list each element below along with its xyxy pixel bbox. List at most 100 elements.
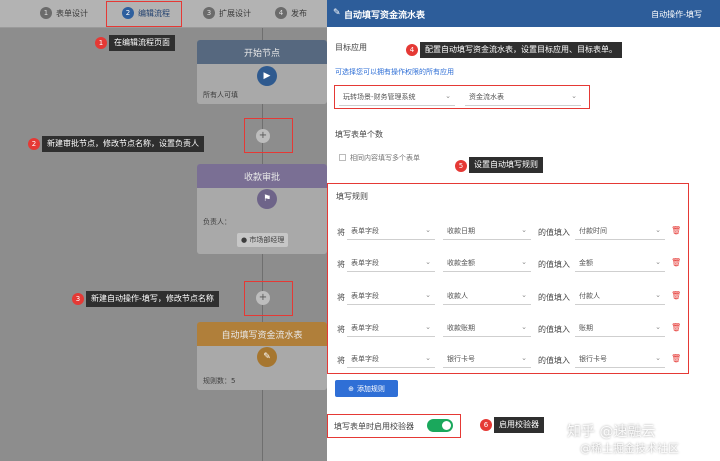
connector-line — [262, 390, 263, 461]
watermark-zhihu: 知乎 @速融云 — [567, 424, 656, 440]
add-rule-button[interactable]: ⊕ 添加规则 — [335, 380, 398, 397]
assignee-label: 负责人： — [203, 218, 231, 226]
rule-field-select[interactable]: 银行卡号 ⌄ — [443, 350, 531, 368]
rule-source-value: 表单字段 — [351, 258, 379, 267]
delete-rule-icon[interactable]: 🗑 — [671, 226, 681, 235]
annotation-number: 1 — [95, 37, 107, 49]
step-label: 扩展设计 — [219, 8, 251, 18]
chevron-down-icon: ⌄ — [445, 92, 451, 100]
rule-prefix: 将 — [337, 260, 345, 269]
app-select[interactable]: 玩转场景-财务管理系统 ⌄ — [339, 88, 455, 106]
annotation-tag: 新建自动操作-填写，修改节点名称 — [86, 291, 219, 307]
target-app-label: 目标应用 — [335, 43, 367, 52]
config-panel: ✎ 自动填写资金流水表 自动操作-填写 目标应用 可选择您可以拥有操作权限的所有… — [327, 0, 720, 461]
chevron-down-icon: ⌄ — [425, 354, 431, 362]
step-number: 1 — [40, 7, 52, 19]
rule-field-value: 收款日期 — [447, 226, 475, 235]
rule-field-value: 收款金额 — [447, 258, 475, 267]
chevron-down-icon: ⌄ — [425, 258, 431, 266]
assignee-chip: ● 市场部经理 — [237, 233, 289, 247]
annotation-number: 6 — [480, 419, 492, 431]
delete-rule-icon[interactable]: 🗑 — [671, 323, 681, 332]
step-publish[interactable]: 4 发布 — [275, 7, 307, 19]
rule-field-select[interactable]: 收款金额 ⌄ — [443, 254, 531, 272]
chevron-down-icon: ⌄ — [521, 291, 527, 299]
chevron-down-icon: ⌄ — [521, 258, 527, 266]
toggle-knob — [442, 421, 451, 430]
rule-source-value: 表单字段 — [351, 354, 379, 363]
rule-source-value: 表单字段 — [351, 323, 379, 332]
annotation-number: 5 — [455, 160, 467, 172]
chevron-down-icon: ⌄ — [655, 323, 661, 331]
rule-source-select[interactable]: 表单字段 ⌄ — [347, 319, 435, 337]
form-select-value: 资金流水表 — [469, 92, 504, 101]
step-label: 发布 — [291, 8, 307, 18]
form-select[interactable]: 资金流水表 ⌄ — [465, 88, 581, 106]
panel-title[interactable]: 自动填写资金流水表 — [344, 8, 425, 21]
same-content-label: 相同内容填写多个表单 — [350, 154, 420, 162]
panel-header: ✎ 自动填写资金流水表 自动操作-填写 — [327, 0, 720, 27]
rule-target-select[interactable]: 金额 ⌄ — [575, 254, 665, 272]
chevron-down-icon: ⌄ — [521, 226, 527, 234]
step-number: 3 — [203, 7, 215, 19]
node-title: 收款审批 — [197, 164, 327, 188]
user-icon: ● — [241, 236, 248, 244]
chevron-down-icon: ⌄ — [655, 258, 661, 266]
approval-node[interactable]: 收款审批 负责人： ● 市场部经理 — [197, 164, 327, 254]
step-extend-design[interactable]: 3 扩展设计 — [203, 7, 251, 19]
same-content-checkbox[interactable] — [339, 154, 346, 161]
rule-target-value: 账期 — [579, 323, 593, 332]
step-number: 4 — [275, 7, 287, 19]
node-title: 开始节点 — [197, 40, 327, 64]
rule-prefix: 将 — [337, 293, 345, 302]
chevron-down-icon: ⌄ — [425, 323, 431, 331]
rule-mid-text: 的值填入 — [538, 260, 570, 269]
chevron-down-icon: ⌄ — [521, 323, 527, 331]
rule-target-select[interactable]: 账期 ⌄ — [575, 319, 665, 337]
watermark-juejin: @稀土掘金技术社区 — [580, 442, 679, 455]
add-rule-label: 添加规则 — [356, 384, 385, 393]
rule-mid-text: 的值填入 — [538, 325, 570, 334]
play-icon: ▶ — [257, 66, 277, 86]
rule-target-value: 金额 — [579, 258, 593, 267]
rule-prefix: 将 — [337, 325, 345, 334]
rule-source-value: 表单字段 — [351, 291, 379, 300]
rule-field-select[interactable]: 收款日期 ⌄ — [443, 222, 531, 240]
rule-source-select[interactable]: 表单字段 ⌄ — [347, 254, 435, 272]
chevron-down-icon: ⌄ — [655, 354, 661, 362]
flow-canvas: 1 表单设计 2 编辑流程 3 扩展设计 4 发布 开始节点 所有人可填 ▶ + 收款审… — [0, 0, 327, 461]
rule-source-select[interactable]: 表单字段 ⌄ — [347, 287, 435, 305]
rule-field-value: 收款账期 — [447, 323, 475, 332]
fill-count-label: 填写表单个数 — [335, 130, 383, 139]
annotation-tag: 在编辑流程页面 — [109, 35, 175, 51]
rule-target-select[interactable]: 付款人 ⌄ — [575, 287, 665, 305]
rule-target-value: 银行卡号 — [579, 354, 607, 363]
chevron-down-icon: ⌄ — [655, 226, 661, 234]
annotation-tag: 设置自动填写规则 — [469, 157, 543, 173]
rule-target-select[interactable]: 银行卡号 ⌄ — [575, 350, 665, 368]
validator-toggle[interactable] — [427, 419, 453, 432]
delete-rule-icon[interactable]: 🗑 — [671, 258, 681, 267]
rule-prefix: 将 — [337, 356, 345, 365]
step-form-design[interactable]: 1 表单设计 — [40, 7, 88, 19]
chevron-down-icon: ⌄ — [521, 354, 527, 362]
edit-title-icon[interactable]: ✎ — [333, 8, 341, 18]
delete-rule-icon[interactable]: 🗑 — [671, 354, 681, 363]
rule-field-select[interactable]: 收款账期 ⌄ — [443, 319, 531, 337]
rule-source-select[interactable]: 表单字段 ⌄ — [347, 350, 435, 368]
delete-rule-icon[interactable]: 🗑 — [671, 291, 681, 300]
assignee-name: 市场部经理 — [249, 236, 285, 244]
rule-target-value: 付款人 — [579, 291, 600, 300]
rule-source-select[interactable]: 表单字段 ⌄ — [347, 222, 435, 240]
validator-label: 填写表单时启用校验器 — [334, 422, 414, 431]
annotation-tag: 启用校验器 — [494, 417, 544, 433]
highlight-box-add — [244, 118, 293, 153]
chevron-down-icon: ⌄ — [425, 291, 431, 299]
edit-icon: ✎ — [257, 347, 277, 367]
annotation-number: 3 — [72, 293, 84, 305]
rule-field-select[interactable]: 收款人 ⌄ — [443, 287, 531, 305]
rule-target-select[interactable]: 付款时间 ⌄ — [575, 222, 665, 240]
node-title: 自动填写资金流水表 — [197, 322, 327, 346]
plus-icon: ⊕ — [348, 384, 354, 393]
rule-source-value: 表单字段 — [351, 226, 379, 235]
